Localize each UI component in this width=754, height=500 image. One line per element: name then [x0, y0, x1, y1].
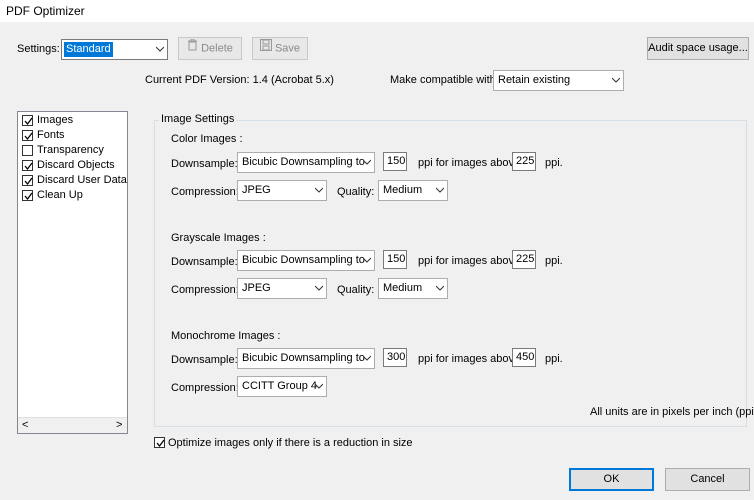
title-bar: PDF Optimizer	[0, 0, 754, 22]
transparency-checkbox[interactable]	[22, 144, 33, 156]
list-item-transparency[interactable]: Transparency	[22, 144, 104, 159]
fonts-checkbox[interactable]	[22, 129, 33, 141]
chevron-down-icon	[436, 186, 444, 194]
audit-space-button[interactable]: Audit space usage...	[647, 37, 749, 60]
clean-up-checkbox[interactable]	[22, 189, 33, 201]
grayscale-compression-dropdown[interactable]: JPEG	[237, 278, 327, 299]
color-above-input[interactable]: 225	[512, 152, 536, 171]
units-note: All units are in pixels per inch (ppi).	[590, 406, 754, 418]
mono-above-input[interactable]: 450	[512, 348, 536, 367]
discard-user-data-checkbox[interactable]	[22, 174, 33, 186]
images-checkbox[interactable]	[22, 114, 33, 126]
color-images-title: Color Images :	[171, 133, 243, 145]
chevron-down-icon	[315, 284, 323, 292]
current-pdf-version: Current PDF Version: 1.4 (Acrobat 5.x)	[145, 74, 334, 86]
delete-label: Delete	[201, 42, 233, 55]
image-settings-title: Image Settings	[159, 113, 237, 125]
color-downsample-value: Bicubic Downsampling to	[242, 156, 365, 168]
list-item-label: Clean Up	[37, 189, 83, 201]
mono-downsample-value: Bicubic Downsampling to	[242, 352, 365, 364]
category-list: Images Fonts Transparency Discard Object…	[17, 111, 128, 434]
grayscale-images-title: Grayscale Images :	[171, 232, 266, 244]
grayscale-compression-value: JPEG	[242, 282, 271, 294]
ppi-above-label: ppi for images above	[418, 157, 521, 169]
ppi-above-label: ppi for images above	[418, 255, 521, 267]
color-ppi-input[interactable]: 150	[383, 152, 407, 171]
list-item-discard-objects[interactable]: Discard Objects	[22, 159, 115, 174]
quality-label: Quality:	[337, 186, 375, 198]
grayscale-downsample-dropdown[interactable]: Bicubic Downsampling to	[237, 250, 375, 271]
grayscale-quality-dropdown[interactable]: Medium	[378, 278, 448, 299]
grayscale-downsample-value: Bicubic Downsampling to	[242, 254, 365, 266]
list-item-label: Images	[37, 114, 74, 126]
color-compression-dropdown[interactable]: JPEG	[237, 180, 327, 201]
chevron-down-icon	[315, 382, 323, 390]
compression-label: Compression:	[171, 186, 239, 198]
chevron-down-icon	[156, 45, 164, 53]
optimize-checkbox[interactable]	[154, 437, 165, 448]
settings-label: Settings:	[17, 43, 60, 55]
delete-button[interactable]: Delete	[178, 37, 242, 60]
mono-compression-dropdown[interactable]: CCITT Group 4	[237, 376, 327, 397]
compat-dropdown[interactable]: Retain existing	[493, 70, 624, 91]
horizontal-scrollbar[interactable]: < >	[18, 417, 127, 433]
grayscale-above-input[interactable]: 225	[512, 250, 536, 269]
color-downsample-dropdown[interactable]: Bicubic Downsampling to	[237, 152, 375, 173]
list-item-label: Discard Objects	[37, 159, 115, 171]
scroll-right-arrow[interactable]: >	[116, 419, 122, 431]
downsample-label: Downsample:	[171, 256, 238, 268]
optimize-label[interactable]: Optimize images only if there is a reduc…	[168, 437, 413, 449]
ppi-label: ppi.	[545, 255, 563, 267]
mono-downsample-dropdown[interactable]: Bicubic Downsampling to	[237, 348, 375, 369]
discard-objects-checkbox[interactable]	[22, 159, 33, 171]
mono-compression-value: CCITT Group 4	[242, 380, 317, 392]
downsample-label: Downsample:	[171, 354, 238, 366]
settings-value: Standard	[64, 42, 113, 57]
compat-value: Retain existing	[498, 74, 571, 86]
monochrome-images-title: Monochrome Images :	[171, 330, 281, 342]
color-compression-value: JPEG	[242, 184, 271, 196]
chevron-down-icon	[363, 256, 371, 264]
mono-ppi-input[interactable]: 300	[383, 348, 407, 367]
list-item-fonts[interactable]: Fonts	[22, 129, 65, 144]
floppy-icon	[259, 38, 272, 59]
save-label: Save	[274, 42, 301, 55]
window-title: PDF Optimizer	[6, 4, 85, 18]
list-item-label: Discard User Data	[37, 174, 127, 186]
scroll-left-arrow[interactable]: <	[22, 419, 28, 431]
chevron-down-icon	[436, 284, 444, 292]
compat-label: Make compatible with:	[390, 74, 499, 86]
quality-label: Quality:	[337, 284, 375, 296]
list-item-clean-up[interactable]: Clean Up	[22, 189, 83, 204]
cancel-button[interactable]: Cancel	[665, 468, 750, 491]
list-item-images[interactable]: Images	[22, 114, 73, 129]
ok-button[interactable]: OK	[569, 468, 654, 491]
list-item-label: Fonts	[37, 129, 65, 141]
downsample-label: Downsample:	[171, 158, 238, 170]
list-item-label: Transparency	[37, 144, 104, 156]
grayscale-quality-value: Medium	[383, 282, 423, 294]
color-quality-dropdown[interactable]: Medium	[378, 180, 448, 201]
compression-label: Compression:	[171, 382, 239, 394]
save-button[interactable]: Save	[252, 37, 308, 60]
chevron-down-icon	[315, 186, 323, 194]
ppi-label: ppi.	[545, 353, 563, 365]
color-quality-value: Medium	[383, 184, 423, 196]
grayscale-ppi-input[interactable]: 150	[383, 250, 407, 269]
chevron-down-icon	[363, 354, 371, 362]
trash-icon	[187, 38, 198, 59]
chevron-down-icon	[363, 158, 371, 166]
settings-dropdown[interactable]: Standard	[61, 39, 168, 60]
compression-label: Compression:	[171, 284, 239, 296]
ppi-label: ppi.	[545, 157, 563, 169]
list-item-discard-user-data[interactable]: Discard User Data	[22, 174, 127, 189]
chevron-down-icon	[612, 76, 620, 84]
ppi-above-label: ppi for images above	[418, 353, 521, 365]
